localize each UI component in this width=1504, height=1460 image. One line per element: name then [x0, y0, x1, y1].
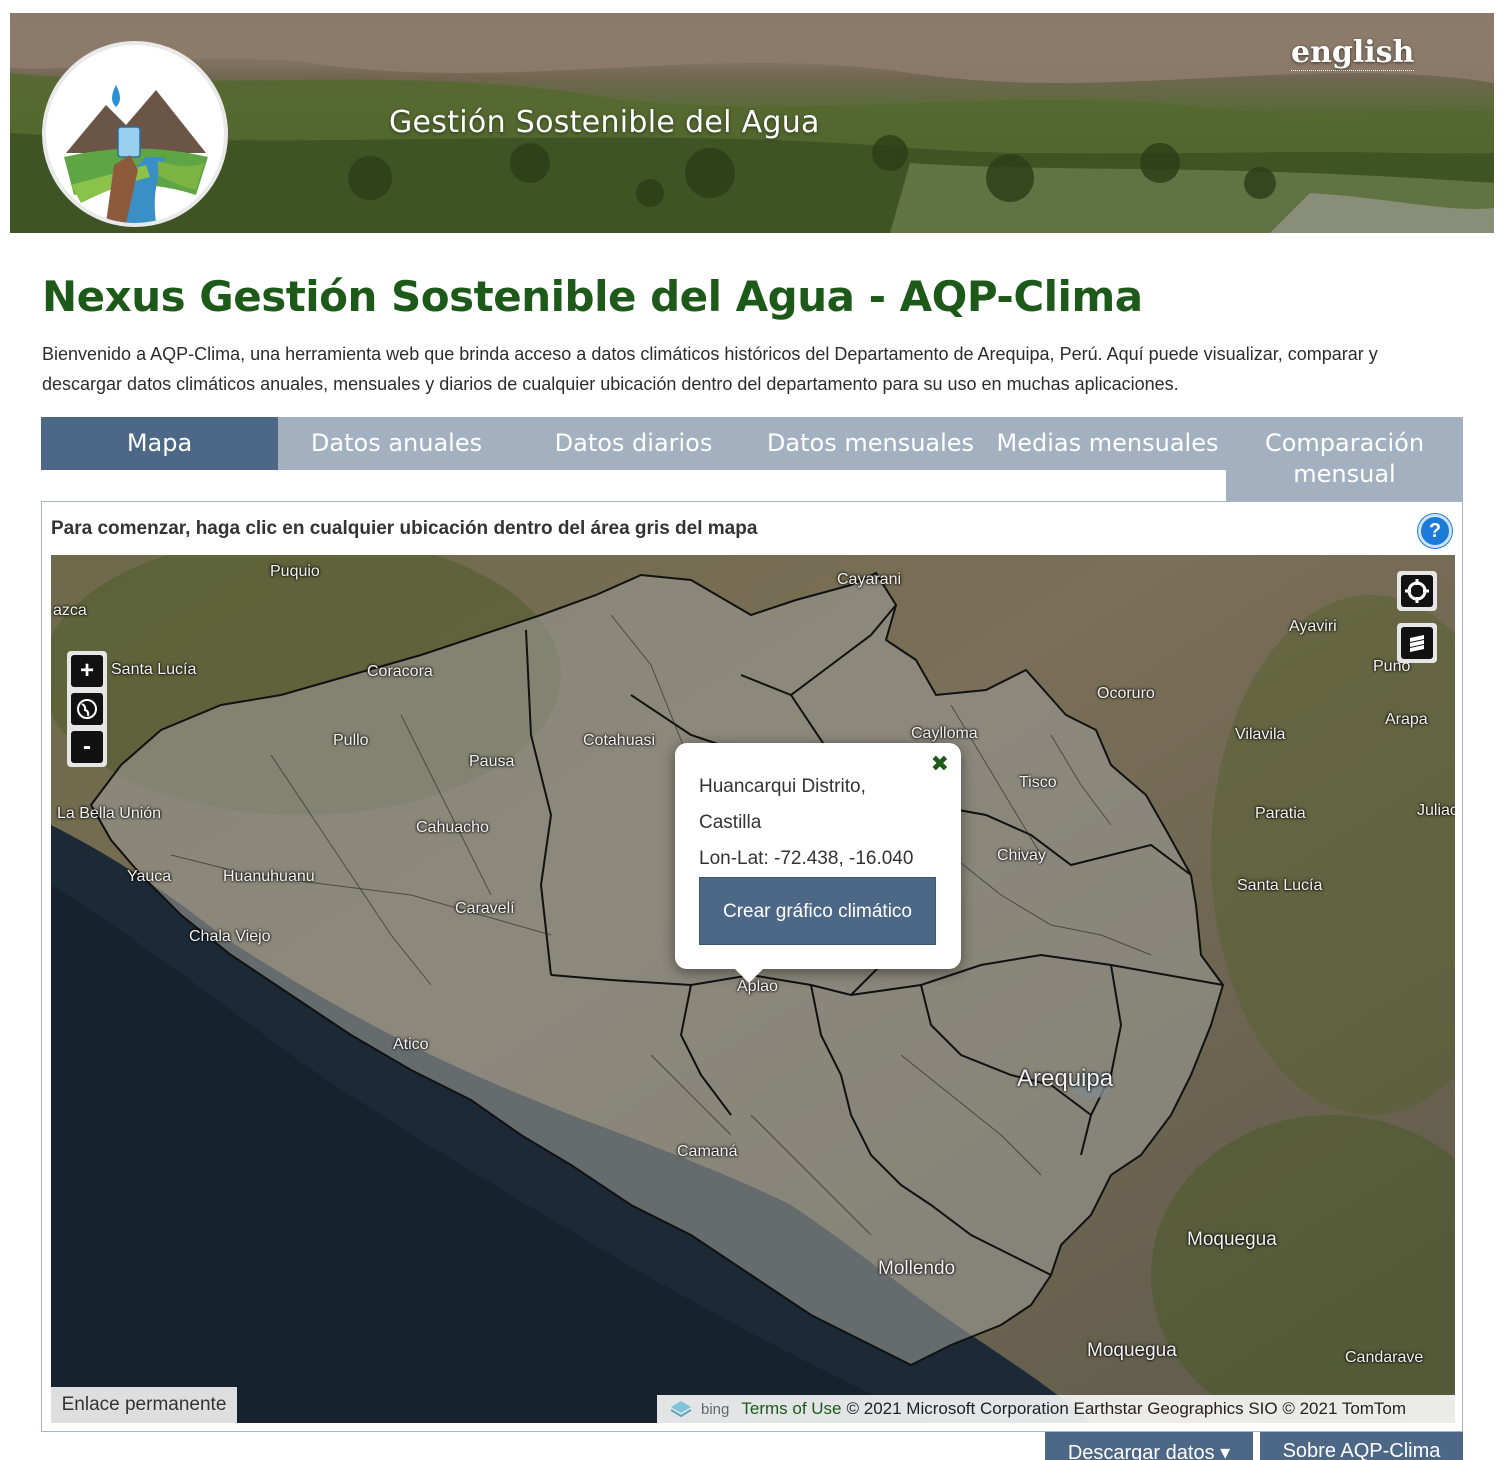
place-label: Chala Viejo: [189, 928, 271, 945]
place-label: Cayarani: [837, 571, 902, 588]
place-label: Ayaviri: [1289, 618, 1337, 635]
tab-bar: Mapa Datos anuales Datos diarios Datos m…: [41, 417, 1463, 501]
tab-datos-anuales[interactable]: Datos anuales: [278, 417, 515, 470]
place-label: La Bella Unión: [57, 805, 162, 822]
place-label: Yauca: [127, 868, 172, 885]
tab-datos-mensuales[interactable]: Datos mensuales: [752, 417, 989, 470]
place-label: Juliaca: [1417, 802, 1455, 819]
zoom-in-button[interactable]: +: [71, 655, 103, 687]
help-icon[interactable]: ?: [1418, 514, 1452, 548]
place-label: Pausa: [469, 753, 515, 770]
tab-mapa[interactable]: Mapa: [41, 417, 278, 470]
layers-button[interactable]: [1397, 623, 1437, 663]
place-label: Santa Lucía: [1237, 877, 1323, 894]
zoom-controls: + -: [67, 651, 107, 767]
map-attribution: bing Terms of Use © 2021 Microsoft Corpo…: [657, 1395, 1455, 1423]
place-label: Moquegua: [1087, 1340, 1177, 1361]
place-label: Paratia: [1255, 805, 1306, 822]
banner-title: Gestión Sostenible del Agua: [389, 105, 820, 140]
place-label: Atico: [393, 1036, 429, 1053]
map-instruction: Para comenzar, haga clic en cualquier ub…: [51, 518, 758, 539]
map-panel: Para comenzar, haga clic en cualquier ub…: [41, 501, 1463, 1432]
popup-coordinates: Lon-Lat: -72.438, -16.040: [699, 848, 914, 869]
place-label: Ocoruro: [1097, 685, 1155, 702]
location-popup: ✖ Huancarqui Distrito, Castilla Lon-Lat:…: [675, 743, 961, 983]
place-label: Arapa: [1385, 711, 1428, 728]
place-label: Cahuacho: [416, 819, 489, 836]
close-icon[interactable]: ✖: [931, 751, 949, 777]
about-aqp-clima-button[interactable]: Sobre AQP-Clima: [1260, 1432, 1463, 1460]
globe-icon[interactable]: [71, 693, 103, 725]
place-label: Pullo: [333, 732, 369, 749]
place-label: Huanuhuanu: [223, 868, 315, 885]
institute-logo[interactable]: [42, 41, 228, 227]
popup-place: Huancarqui Distrito, Castilla: [699, 776, 866, 833]
place-label: Camaná: [677, 1143, 738, 1160]
place-label: Cotahuasi: [583, 732, 656, 749]
page-title: Nexus Gestión Sostenible del Agua - AQP-…: [42, 272, 1143, 321]
place-label: Puquio: [270, 563, 320, 580]
place-label: Santa Lucía: [111, 661, 197, 678]
logo-emblem-icon: [49, 48, 221, 223]
language-switch-link[interactable]: english: [1291, 35, 1415, 71]
bing-logo: bing: [701, 1400, 730, 1418]
place-label: Coracora: [367, 663, 433, 680]
place-label: Moquegua: [1187, 1229, 1277, 1250]
place-label: Arequipa: [1017, 1065, 1114, 1092]
place-label: Vilavila: [1235, 726, 1286, 743]
create-climate-chart-button[interactable]: Crear gráfico climático: [699, 877, 936, 945]
terms-of-use-link[interactable]: Terms of Use: [741, 1399, 841, 1419]
copyright-text: © 2021 Microsoft Corporation Earthstar G…: [846, 1399, 1407, 1418]
tab-comparacion-mensual[interactable]: Comparación mensual: [1226, 417, 1463, 501]
tab-datos-diarios[interactable]: Datos diarios: [515, 417, 752, 470]
place-label: Caravelí: [455, 900, 515, 917]
place-label: Candarave: [1345, 1349, 1424, 1366]
download-data-button[interactable]: Descargar datos ▾: [1045, 1432, 1253, 1460]
place-label: Tisco: [1019, 774, 1057, 791]
map-layers-logo-icon: [670, 1401, 692, 1418]
globe-icon-graphic: [77, 699, 97, 719]
layers-icon: [1410, 635, 1424, 652]
zoom-out-button[interactable]: -: [71, 731, 103, 763]
map-view[interactable]: Puquio azca Santa Lucía Coracora Cayaran…: [51, 555, 1455, 1423]
crosshair-icon: [1405, 579, 1429, 603]
header-banner: Gestión Sostenible del Agua english: [10, 13, 1494, 233]
permalink-button[interactable]: Enlace permanente: [51, 1387, 237, 1423]
place-label: Caylloma: [911, 725, 978, 742]
locate-button[interactable]: [1397, 571, 1437, 611]
tab-medias-mensuales[interactable]: Medias mensuales: [989, 417, 1226, 470]
intro-paragraph: Bienvenido a AQP-Clima, una herramienta …: [42, 344, 1378, 394]
place-label: azca: [53, 602, 87, 619]
place-label: Mollendo: [878, 1258, 956, 1279]
place-label: Chivay: [997, 847, 1046, 864]
